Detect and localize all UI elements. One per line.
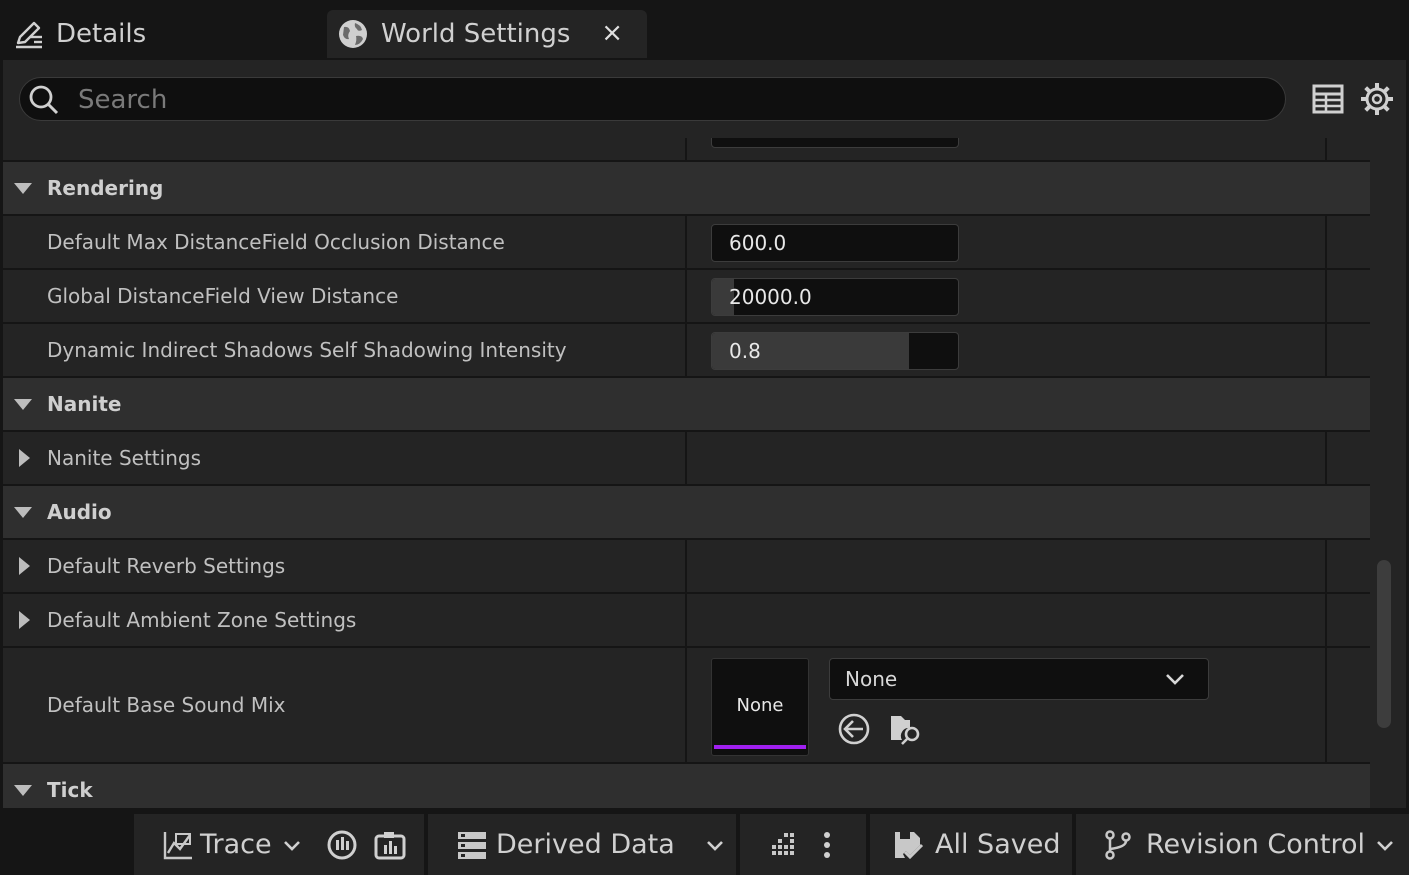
category-rendering-label: Rendering	[47, 176, 164, 200]
expand-arrow-icon[interactable]	[19, 557, 30, 575]
row-dynamic-indirect-shadows: Dynamic Indirect Shadows Self Shadowing …	[3, 324, 1370, 378]
trace-label: Trace	[200, 829, 272, 860]
chevron-down-icon	[1166, 674, 1184, 685]
trace-segment: Trace	[134, 814, 424, 875]
trace-menu-button[interactable]: Trace	[162, 829, 302, 861]
sound-mix-selected-value: None	[845, 667, 898, 691]
asset-thumbnail-label: None	[736, 695, 784, 716]
expand-arrow-icon[interactable]	[19, 611, 30, 629]
search-box[interactable]	[19, 77, 1286, 122]
category-rendering[interactable]: Rendering	[3, 162, 1370, 216]
expand-arrow-icon[interactable]	[19, 449, 30, 467]
close-tab-button[interactable]: ×	[601, 18, 623, 48]
status-bar: Trace Derived Data All Saved Revision Co…	[0, 808, 1409, 875]
trace-chart-icon	[163, 831, 192, 859]
all-saved-button[interactable]: All Saved	[870, 814, 1072, 875]
search-icon	[29, 85, 59, 115]
collapse-arrow-icon	[14, 183, 32, 194]
property-list: World to Meters 100.0 Rendering Default …	[3, 110, 1370, 808]
save-check-icon	[895, 831, 924, 859]
status-tools-segment	[740, 814, 866, 875]
label-default-reverb-settings: Default Reverb Settings	[47, 554, 286, 578]
row-default-reverb-settings[interactable]: Default Reverb Settings	[3, 540, 1370, 594]
revision-control-button[interactable]: Revision Control	[1076, 814, 1409, 875]
row-default-ambient-zone-settings[interactable]: Default Ambient Zone Settings	[3, 594, 1370, 648]
chevron-down-icon	[283, 840, 300, 851]
label-dynamic-indirect-shadows: Dynamic Indirect Shadows Self Shadowing …	[47, 338, 567, 362]
label-global-df-view-distance: Global DistanceField View Distance	[47, 284, 399, 308]
details-pencil-icon	[16, 21, 42, 49]
category-nanite-label: Nanite	[47, 392, 122, 416]
category-tick-label: Tick	[47, 778, 93, 802]
trace-snapshot-icon[interactable]	[374, 829, 406, 861]
row-nanite-settings[interactable]: Nanite Settings	[3, 432, 1370, 486]
row-default-base-sound-mix: Default Base Sound Mix None None	[3, 648, 1370, 764]
search-input[interactable]	[76, 78, 1260, 122]
label-default-base-sound-mix: Default Base Sound Mix	[47, 693, 286, 717]
label-default-max-df-occlusion: Default Max DistanceField Occlusion Dist…	[47, 230, 505, 254]
derived-data-icon	[458, 831, 486, 859]
sound-mix-asset-dropdown[interactable]: None	[829, 658, 1209, 700]
table-view-icon[interactable]	[1311, 82, 1345, 116]
row-default-max-df-occlusion: Default Max DistanceField Occlusion Dist…	[3, 216, 1370, 270]
collapse-arrow-icon	[14, 507, 32, 518]
details-panel: World to Meters 100.0 Rendering Default …	[3, 60, 1406, 808]
tab-bar: Details World Settings ×	[0, 0, 1409, 60]
search-row	[3, 60, 1406, 138]
scrollbar-thumb[interactable]	[1377, 560, 1391, 728]
row-global-df-view-distance: Global DistanceField View Distance 20000…	[3, 270, 1370, 324]
globe-icon	[339, 20, 367, 48]
category-nanite[interactable]: Nanite	[3, 378, 1370, 432]
collapse-arrow-icon	[14, 399, 32, 410]
dynamic-indirect-shadows-slider[interactable]: 0.8	[711, 332, 959, 370]
source-control-grid-icon[interactable]	[766, 829, 798, 861]
category-audio[interactable]: Audio	[3, 486, 1370, 540]
derived-data-button[interactable]: Derived Data	[428, 814, 736, 875]
category-tick[interactable]: Tick	[3, 764, 1370, 808]
chevron-down-icon	[1377, 840, 1393, 851]
tab-world-settings-label: World Settings	[381, 19, 571, 49]
revision-control-label: Revision Control	[1146, 829, 1366, 860]
use-selected-asset-icon[interactable]	[837, 712, 871, 746]
asset-type-color-bar	[714, 745, 806, 749]
chevron-down-icon	[706, 840, 723, 851]
branch-icon	[1105, 829, 1131, 860]
derived-data-label: Derived Data	[496, 829, 675, 860]
asset-thumbnail[interactable]: None	[711, 658, 809, 756]
settings-gear-icon[interactable]	[1360, 82, 1394, 116]
global-df-view-distance-input[interactable]: 20000.0	[711, 278, 959, 316]
category-audio-label: Audio	[47, 500, 112, 524]
label-nanite-settings: Nanite Settings	[47, 446, 201, 470]
tab-world-settings[interactable]: World Settings ×	[327, 10, 647, 58]
global-df-view-distance-value: 20000.0	[729, 285, 812, 309]
dynamic-indirect-shadows-value: 0.8	[729, 339, 761, 363]
default-max-df-occlusion-value: 600.0	[729, 231, 787, 255]
trace-record-icon[interactable]	[326, 829, 358, 861]
tab-details-label: Details	[56, 19, 147, 49]
more-options-icon[interactable]	[822, 830, 832, 860]
label-default-ambient-zone-settings: Default Ambient Zone Settings	[47, 608, 357, 632]
all-saved-label: All Saved	[935, 829, 1061, 860]
tab-details[interactable]: Details	[0, 10, 320, 58]
browse-asset-icon[interactable]	[888, 712, 922, 746]
default-max-df-occlusion-input[interactable]: 600.0	[711, 224, 959, 262]
collapse-arrow-icon	[14, 785, 32, 796]
